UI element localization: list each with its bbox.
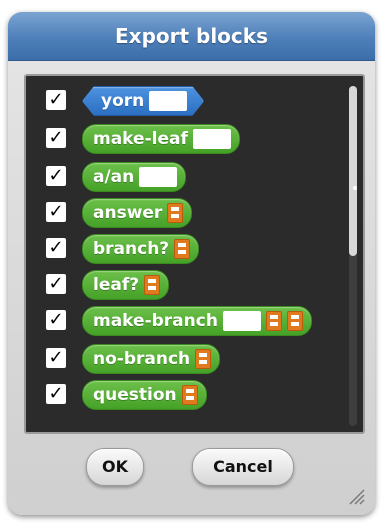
block-label: leaf? [93,275,140,295]
scrollbar-thumb[interactable] [349,86,357,256]
list-slot-icon[interactable] [167,203,184,223]
checkbox-no-branch[interactable]: ✓ [46,348,66,368]
block-question[interactable]: question [82,380,207,410]
list-slot-icon[interactable] [144,275,161,295]
checkbox-a-an[interactable]: ✓ [46,166,66,186]
block-label: no-branch [93,349,191,369]
block-leaf[interactable]: leaf? [82,270,170,300]
block-make-branch[interactable]: make-branch [82,306,312,336]
block-answer[interactable]: answer [82,198,193,228]
dialog-title: Export blocks [115,24,268,48]
text-slot[interactable] [192,129,231,149]
checkbox-branch[interactable]: ✓ [46,238,66,258]
export-blocks-dialog: Export blocks ✓ yorn ✓ make-leaf ✓ a/an [8,12,375,515]
resize-grip-icon[interactable] [347,487,365,505]
text-slot[interactable] [149,91,187,111]
block-label: branch? [93,239,170,259]
title-bar[interactable]: Export blocks [8,12,375,61]
ok-button[interactable]: OK [86,448,144,486]
text-slot[interactable] [222,311,261,331]
block-label: yorn [101,91,145,111]
block-label: a/an [93,167,135,187]
checkbox-yorn[interactable]: ✓ [46,90,66,110]
block-label: make-branch [93,311,218,331]
scrollbar[interactable] [349,86,357,426]
block-no-branch[interactable]: no-branch [82,344,221,374]
block-branch[interactable]: branch? [82,234,200,264]
scroll-indicator-dot [353,186,357,190]
block-yorn[interactable]: yorn [82,86,204,116]
checkbox-make-branch[interactable]: ✓ [46,310,66,330]
list-slot-icon[interactable] [181,385,198,405]
list-slot-icon[interactable] [174,239,191,259]
block-label: question [93,385,177,405]
cancel-button[interactable]: Cancel [192,448,294,486]
block-label: answer [93,203,163,223]
list-slot-icon[interactable] [195,349,212,369]
block-make-leaf[interactable]: make-leaf [82,124,240,154]
block-a-an[interactable]: a/an [82,162,187,192]
list-slot-icon[interactable] [265,311,282,331]
text-slot[interactable] [139,167,178,187]
checkbox-leaf[interactable]: ✓ [46,274,66,294]
checkbox-answer[interactable]: ✓ [46,202,66,222]
checkbox-question[interactable]: ✓ [46,384,66,404]
blocks-list[interactable]: ✓ yorn ✓ make-leaf ✓ a/an ✓ answer ✓ bra… [24,74,365,434]
block-label: make-leaf [93,129,188,149]
list-slot-icon[interactable] [286,311,303,331]
checkbox-make-leaf[interactable]: ✓ [46,128,66,148]
